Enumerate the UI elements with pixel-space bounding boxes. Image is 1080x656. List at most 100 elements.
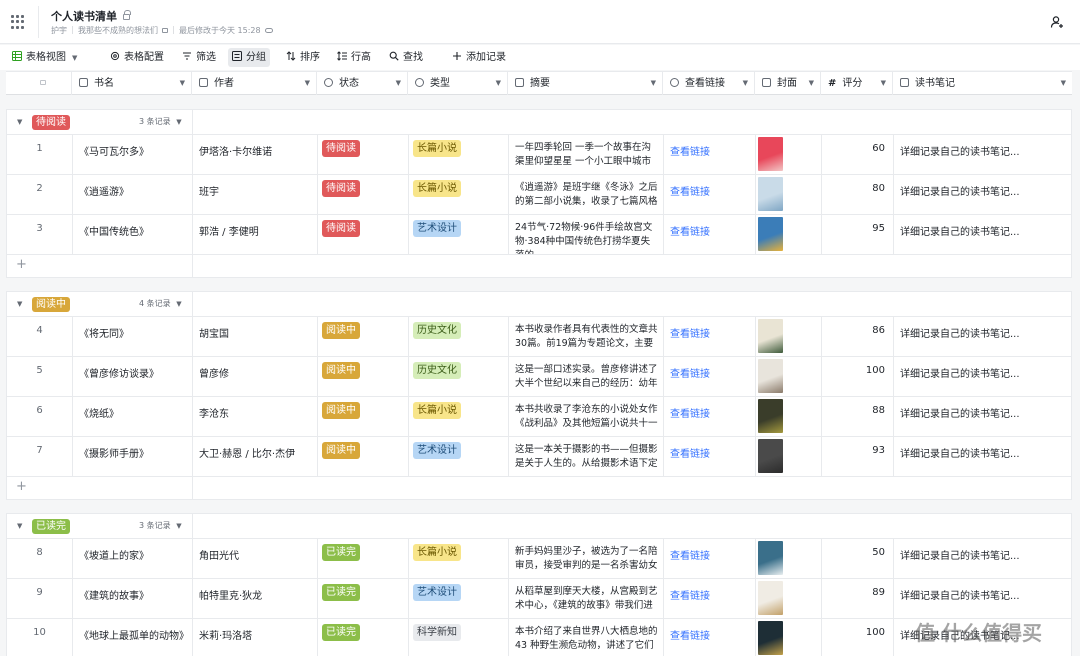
book-cover-image[interactable]	[758, 177, 783, 211]
type-cell[interactable]: 艺术设计	[409, 579, 509, 618]
chevron-down-icon[interactable]: ▼	[809, 72, 814, 95]
chevron-down-icon[interactable]: ▼	[305, 72, 310, 95]
cover-cell[interactable]	[756, 539, 822, 578]
cover-cell[interactable]	[756, 215, 822, 254]
view-link[interactable]: 查看链接	[664, 397, 756, 436]
score-cell[interactable]: 88	[822, 397, 894, 436]
app-grid-icon[interactable]	[11, 15, 25, 29]
score-cell[interactable]: 60	[822, 135, 894, 174]
summary-cell[interactable]: 这是一本关于摄影的书——但摄影是关于人生的。从给摄影术语下定	[509, 437, 664, 476]
status-cell[interactable]: 待阅读	[318, 215, 409, 254]
column-header-status[interactable]: 状态 ▼	[317, 72, 408, 95]
column-header-cover[interactable]: 封面 ▼	[755, 72, 821, 95]
book-cover-image[interactable]	[758, 439, 783, 473]
view-switcher-button[interactable]: 表格视图 ▼	[8, 48, 81, 67]
notes-cell[interactable]: 详细记录自己的读书笔记...	[894, 397, 1071, 436]
type-cell[interactable]: 长篇小说	[409, 175, 509, 214]
sort-button[interactable]: 排序	[282, 48, 324, 67]
notes-cell[interactable]: 详细记录自己的读书笔记...	[894, 357, 1071, 396]
table-row[interactable]: 10 《地球上最孤单的动物》 米莉·玛洛塔 已读完 科学新知 本书介绍了来自世界…	[7, 619, 1071, 656]
score-cell[interactable]: 95	[822, 215, 894, 254]
group-header[interactable]: ▼ 已读完 3 条记录 ▼	[7, 514, 1071, 539]
notes-cell[interactable]: 详细记录自己的读书笔记...	[894, 539, 1071, 578]
author-cell[interactable]: 曾彦修	[193, 357, 318, 396]
type-cell[interactable]: 历史文化	[409, 317, 509, 356]
view-link[interactable]: 查看链接	[664, 357, 756, 396]
view-link[interactable]: 查看链接	[664, 437, 756, 476]
chevron-down-icon[interactable]: ▼	[743, 72, 748, 95]
book-name-cell[interactable]: 《逍遥游》	[73, 175, 193, 214]
table-row[interactable]: 1 《马可瓦尔多》 伊塔洛·卡尔维诺 待阅读 长篇小说 一年四季轮回 一季一个故…	[7, 135, 1071, 175]
summary-cell[interactable]: 这是一部口述实录。曾彦修讲述了大半个世纪以来自己的经历：幼年	[509, 357, 664, 396]
book-name-cell[interactable]: 《坡道上的家》	[73, 539, 193, 578]
type-cell[interactable]: 艺术设计	[409, 437, 509, 476]
table-config-button[interactable]: 表格配置	[106, 48, 168, 67]
view-link[interactable]: 查看链接	[664, 619, 756, 656]
table-row[interactable]: 5 《曾彦修访谈录》 曾彦修 阅读中 历史文化 这是一部口述实录。曾彦修讲述了大…	[7, 357, 1071, 397]
book-cover-image[interactable]	[758, 359, 783, 393]
cover-cell[interactable]	[756, 317, 822, 356]
summary-cell[interactable]: 24节气·72物候·96件手绘故宫文物·384种中国传统色打捞华夏失落的	[509, 215, 664, 254]
chevron-down-icon[interactable]: ▼	[396, 72, 401, 95]
add-collaborator-icon[interactable]	[1050, 15, 1064, 29]
add-row-button[interactable]: +	[7, 255, 1071, 277]
group-button[interactable]: 分组	[228, 48, 270, 67]
add-record-button[interactable]: 添加记录	[448, 48, 510, 67]
notes-cell[interactable]: 详细记录自己的读书笔记...	[894, 175, 1071, 214]
column-header-link[interactable]: 查看链接 ▼	[663, 72, 755, 95]
view-link[interactable]: 查看链接	[664, 579, 756, 618]
document-title[interactable]: 个人读书清单	[51, 8, 131, 24]
status-cell[interactable]: 待阅读	[318, 135, 409, 174]
view-link[interactable]: 查看链接	[664, 175, 756, 214]
status-cell[interactable]: 阅读中	[318, 437, 409, 476]
book-name-cell[interactable]: 《建筑的故事》	[73, 579, 193, 618]
collapse-caret-icon[interactable]: ▼	[17, 300, 22, 308]
score-cell[interactable]: 100	[822, 619, 894, 656]
cover-cell[interactable]	[756, 437, 822, 476]
table-row[interactable]: 7 《摄影师手册》 大卫·赫恩 / 比尔·杰伊 阅读中 艺术设计 这是一本关于摄…	[7, 437, 1071, 477]
summary-cell[interactable]: 从稻草屋到摩天大楼，从宫殿到艺术中心，《建筑的故事》带我们进	[509, 579, 664, 618]
cover-cell[interactable]	[756, 135, 822, 174]
book-cover-image[interactable]	[758, 399, 783, 433]
view-link[interactable]: 查看链接	[664, 135, 756, 174]
score-cell[interactable]: 89	[822, 579, 894, 618]
book-cover-image[interactable]	[758, 137, 783, 171]
score-cell[interactable]: 100	[822, 357, 894, 396]
summary-cell[interactable]: 本书收录作者具有代表性的文章共30篇。前19篇为专题论文，主要	[509, 317, 664, 356]
search-button[interactable]: 查找	[385, 48, 427, 67]
table-row[interactable]: 6 《烧纸》 李沧东 阅读中 长篇小说 本书共收录了李沧东的小说处女作《战利品》…	[7, 397, 1071, 437]
view-link[interactable]: 查看链接	[664, 539, 756, 578]
score-cell[interactable]: 50	[822, 539, 894, 578]
summary-cell[interactable]: 本书共收录了李沧东的小说处女作《战利品》及其他短篇小说共十一	[509, 397, 664, 436]
book-name-cell[interactable]: 《马可瓦尔多》	[73, 135, 193, 174]
type-cell[interactable]: 科学新知	[409, 619, 509, 656]
status-cell[interactable]: 阅读中	[318, 397, 409, 436]
book-name-cell[interactable]: 《将无同》	[73, 317, 193, 356]
notes-cell[interactable]: 详细记录自己的读书笔记...	[894, 317, 1071, 356]
notes-cell[interactable]: 详细记录自己的读书笔记...	[894, 579, 1071, 618]
summary-cell[interactable]: 《逍遥游》是班宇继《冬泳》之后的第二部小说集，收录了七篇风格	[509, 175, 664, 214]
status-cell[interactable]: 待阅读	[318, 175, 409, 214]
status-cell[interactable]: 阅读中	[318, 357, 409, 396]
chevron-down-icon[interactable]: ▼	[496, 72, 501, 95]
table-row[interactable]: 9 《建筑的故事》 帕特里克·狄龙 已读完 艺术设计 从稻草屋到摩天大楼，从宫殿…	[7, 579, 1071, 619]
author-cell[interactable]: 米莉·玛洛塔	[193, 619, 318, 656]
view-link[interactable]: 查看链接	[664, 317, 756, 356]
collapse-caret-icon[interactable]: ▼	[17, 118, 22, 126]
view-link[interactable]: 查看链接	[664, 215, 756, 254]
cover-cell[interactable]	[756, 175, 822, 214]
group-header[interactable]: ▼ 阅读中 4 条记录 ▼	[7, 292, 1071, 317]
score-cell[interactable]: 80	[822, 175, 894, 214]
summary-cell[interactable]: 本书介绍了来自世界八大栖息地的43 种野生濒危动物，讲述了它们	[509, 619, 664, 656]
column-header-score[interactable]: # 评分 ▼	[821, 72, 893, 95]
table-row[interactable]: 2 《逍遥游》 班宇 待阅读 长篇小说 《逍遥游》是班宇继《冬泳》之后的第二部小…	[7, 175, 1071, 215]
author-cell[interactable]: 帕特里克·狄龙	[193, 579, 318, 618]
column-header-type[interactable]: 类型 ▼	[408, 72, 508, 95]
chevron-down-icon[interactable]: ▼	[1061, 72, 1066, 95]
table-row[interactable]: 4 《将无同》 胡宝国 阅读中 历史文化 本书收录作者具有代表性的文章共30篇。…	[7, 317, 1071, 357]
type-cell[interactable]: 长篇小说	[409, 539, 509, 578]
notes-cell[interactable]: 详细记录自己的读书笔记...	[894, 135, 1071, 174]
type-cell[interactable]: 历史文化	[409, 357, 509, 396]
type-cell[interactable]: 艺术设计	[409, 215, 509, 254]
book-name-cell[interactable]: 《地球上最孤单的动物》	[73, 619, 193, 656]
